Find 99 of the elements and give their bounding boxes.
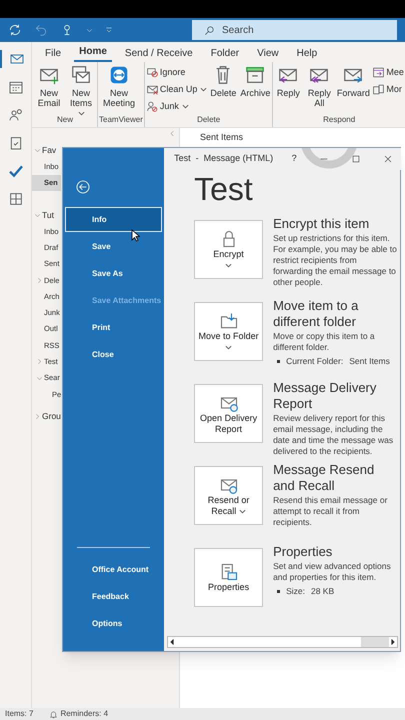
ribbon-button[interactable]: Junk	[146, 99, 208, 114]
undo-icon	[34, 23, 48, 37]
ribbon-button[interactable]: Forward	[336, 64, 370, 98]
chevron-down-icon	[36, 374, 43, 382]
ribbon-button[interactable]: Archive	[239, 64, 272, 98]
backstage-item[interactable]: Feedback	[63, 583, 164, 610]
section-description: Resend this email message or attempt to recall it from recipients.	[273, 495, 388, 528]
backstage-item[interactable]: Info	[65, 207, 162, 232]
chevron-right-icon	[36, 358, 43, 366]
ribbon-button[interactable]: Ignore	[146, 65, 208, 80]
group-label: TeamViewer	[99, 114, 143, 126]
apps-icon	[8, 191, 24, 207]
ribbon-tab[interactable]: View	[252, 46, 284, 62]
caret-icon	[238, 508, 246, 514]
folder-arrow-icon	[218, 310, 239, 330]
items-count: Items: 7	[5, 708, 34, 720]
customize-icon	[105, 26, 113, 34]
close-icon	[383, 154, 394, 164]
page-heading: Test	[194, 170, 254, 208]
ribbon-tab[interactable]: Help	[292, 46, 322, 62]
detail-value: 28 KB	[310, 585, 334, 598]
info-action-button[interactable]: Encrypt	[194, 220, 264, 279]
section-title: Move item to a different folder	[273, 298, 360, 330]
backstage-item[interactable]: Save	[65, 234, 162, 259]
folder-item[interactable]: Fav	[32, 142, 61, 158]
chevron-right-icon	[34, 413, 41, 420]
section-description: Set up restrictions for this item. For example, you may be able to restrict recipients from forwarding the email message to other people.	[273, 233, 398, 288]
bell-icon	[49, 710, 58, 718]
teamviewer-icon	[108, 64, 130, 86]
sync-icon	[8, 23, 22, 37]
bullet-icon	[277, 360, 280, 363]
detail-label: Size:	[286, 585, 305, 598]
ribbon-button[interactable]: New Email	[34, 64, 64, 108]
ribbon-button[interactable]: Delete	[209, 64, 238, 98]
bullet-icon	[277, 590, 280, 593]
ribbon-tab[interactable]: Send / Receive	[120, 46, 198, 62]
section-description: Review delivery report for this email message, including the date and time the message was delivered to the recipients.	[273, 413, 394, 457]
section-description: Move or copy this item to a different folder.	[273, 331, 376, 353]
clean-up-icon	[146, 83, 159, 96]
chevron-left-icon	[168, 130, 176, 136]
ignore-icon	[146, 66, 159, 79]
chevron-down-icon	[34, 146, 41, 154]
scroll-right-icon	[389, 638, 398, 646]
backstage-item[interactable]: Print	[65, 315, 162, 340]
cursor-icon	[131, 229, 140, 242]
folder-item[interactable]: Tut	[32, 206, 61, 224]
ribbon-tab[interactable]: File	[40, 46, 66, 62]
junk-icon	[146, 100, 159, 113]
help-button[interactable]: ?	[287, 152, 302, 166]
scroll-thumb[interactable]	[361, 637, 390, 647]
people-icon	[8, 107, 24, 123]
section-title: Message Delivery Report	[273, 380, 378, 412]
scroll-left-icon	[168, 638, 176, 646]
reminders-count: Reminders: 4	[60, 708, 108, 720]
ribbon-button[interactable]: Mor	[372, 82, 404, 97]
horizontal-scrollbar[interactable]	[167, 636, 398, 648]
info-action-button[interactable]: Properties	[194, 548, 264, 607]
folder-item[interactable]: Grou	[32, 408, 61, 425]
section-description: Set and view advanced options and properties for this item.	[273, 561, 392, 583]
dropdown-icon	[86, 26, 93, 34]
window-title: Test - Message (HTML)	[174, 152, 274, 166]
ribbon-button[interactable]: Clean Up	[146, 82, 208, 97]
backstage-item[interactable]: Office Account	[63, 556, 164, 583]
folder-title: Sent Items	[200, 132, 244, 142]
ribbon-tab[interactable]: Home	[74, 44, 112, 62]
backstage-item[interactable]: Save As	[65, 261, 162, 286]
ribbon-button[interactable]: New Meeting	[99, 64, 139, 108]
detail-label: Current Folder:	[286, 355, 344, 368]
caret-icon	[200, 87, 208, 92]
caret-icon	[225, 262, 232, 268]
calendar-icon	[372, 66, 386, 79]
group-label: Delete	[196, 114, 222, 126]
section-title: Message Resend and Recall	[273, 462, 376, 494]
archive-box-icon	[244, 64, 266, 86]
backstage-item[interactable]: Options	[63, 610, 164, 637]
checkmark-icon	[8, 163, 24, 179]
detail-value: Sent Items	[349, 355, 390, 368]
ribbon-tab[interactable]: Folder	[206, 46, 244, 62]
chevron-right-icon	[36, 276, 43, 284]
backstage-item[interactable]: Close	[65, 342, 162, 367]
chevron-down-icon	[34, 212, 41, 219]
caret-icon	[182, 104, 189, 109]
calendar-icon	[8, 79, 24, 95]
search-icon	[204, 25, 215, 36]
maximize-icon	[351, 154, 362, 164]
group-label: Respond	[322, 114, 356, 126]
ribbon-button[interactable]: Reply	[274, 64, 302, 98]
ribbon-button[interactable]: Reply All	[304, 64, 334, 108]
search-field[interactable]: Search	[192, 20, 397, 40]
back-button[interactable]	[75, 179, 91, 195]
caret-icon	[78, 111, 84, 116]
info-action-button[interactable]: Open Delivery Report	[194, 384, 264, 443]
info-action-button[interactable]: Resend or Recall	[194, 466, 264, 525]
envelopes-icon	[70, 64, 92, 86]
section-title: Encrypt this item	[273, 216, 370, 232]
info-action-button[interactable]: Move to Folder	[194, 302, 264, 361]
section-title: Properties	[273, 544, 334, 560]
caret-icon	[225, 344, 232, 350]
ribbon-button[interactable]: Mee	[372, 65, 404, 80]
